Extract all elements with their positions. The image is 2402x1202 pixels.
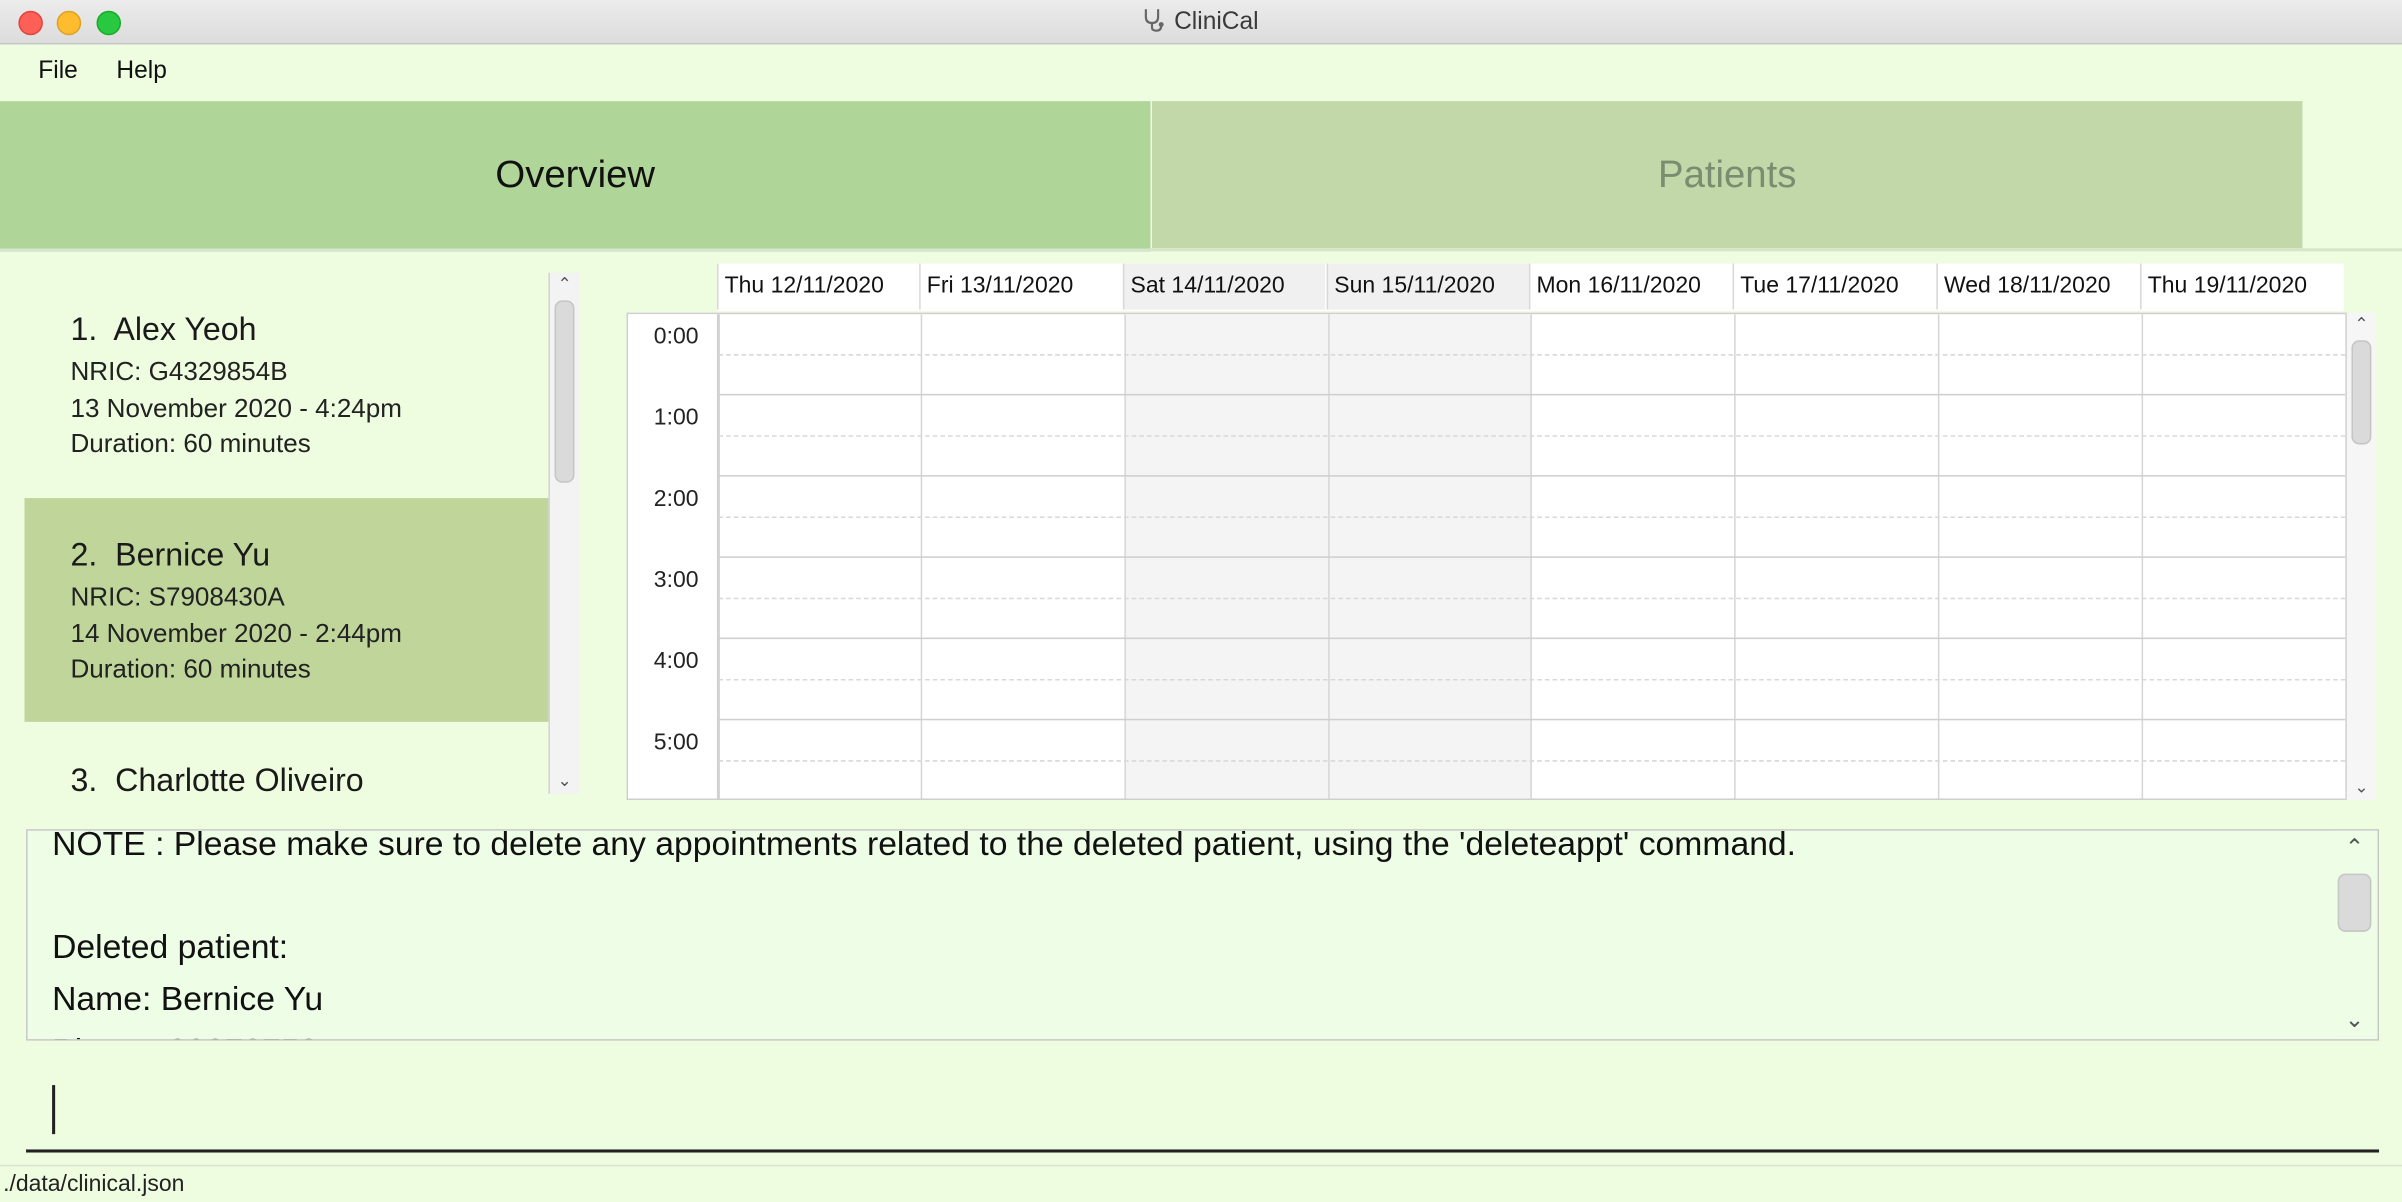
appointment-card[interactable]: 1. Alex Yeoh NRIC: G4329854B 13 November… — [25, 273, 549, 497]
result-line: Deleted patient: — [52, 927, 289, 966]
appointment-patient-name: Bernice Yu — [115, 537, 271, 574]
tab-patients[interactable]: Patients — [1151, 101, 2303, 249]
status-bar: ./data/clinical.json — [0, 1164, 2402, 1202]
menu-bar: File Help — [0, 44, 2402, 102]
calendar-grid[interactable]: 0:00 1:00 2:00 3:00 4:00 5:00 — [626, 312, 2349, 801]
scroll-up-icon[interactable]: ⌃ — [2333, 834, 2376, 861]
command-input[interactable] — [26, 1057, 2380, 1153]
result-display[interactable]: NOTE : Please make sure to delete any ap… — [26, 829, 2380, 1041]
menu-help[interactable]: Help — [116, 58, 166, 86]
appointment-index: 3. — [70, 763, 98, 794]
tab-overview[interactable]: Overview — [0, 101, 1151, 252]
hour-line — [718, 393, 2346, 396]
appointment-index: 1. — [70, 312, 98, 348]
hour-label: 2:00 — [653, 485, 699, 512]
appointment-duration: Duration: 60 minutes — [70, 654, 311, 684]
half-hour-line — [718, 516, 2346, 519]
hour-label: 5:00 — [653, 729, 699, 756]
appointment-list-scrollbar[interactable]: ⌃ ⌄ — [548, 272, 580, 794]
result-line: NOTE : Please make sure to delete any ap… — [52, 829, 1797, 863]
appointment-title: 1. Alex Yeoh — [70, 313, 256, 350]
scrollbar-thumb[interactable] — [2337, 873, 2372, 932]
scroll-down-icon[interactable]: ⌄ — [550, 771, 579, 790]
hour-label: 1:00 — [653, 404, 699, 431]
day-header: Thu 12/11/2020 — [716, 263, 919, 310]
window-title: CliniCal — [0, 8, 2402, 37]
day-header-weekend: Sat 14/11/2020 — [1122, 263, 1326, 310]
status-file-path: ./data/clinical.json — [3, 1170, 185, 1197]
scroll-down-icon[interactable]: ⌄ — [2333, 1005, 2376, 1033]
appointment-title: 2. Bernice Yu — [70, 538, 270, 575]
day-header: Tue 17/11/2020 — [1732, 263, 1935, 310]
scroll-up-icon[interactable]: ⌃ — [2347, 314, 2376, 334]
day-header: Wed 18/11/2020 — [1936, 263, 2138, 310]
menu-file[interactable]: File — [38, 58, 77, 86]
day-header: Mon 16/11/2020 — [1528, 263, 1731, 310]
scrollbar-thumb[interactable] — [554, 300, 575, 483]
tab-bar: Overview Patients — [0, 101, 2402, 252]
half-hour-line — [718, 760, 2346, 762]
app-window: CliniCal File Help Overview Patients 1. … — [0, 0, 2402, 1202]
day-header: Fri 13/11/2020 — [919, 263, 1121, 310]
stethoscope-icon — [1143, 8, 1165, 36]
scrollbar-thumb[interactable] — [2351, 340, 2372, 445]
appointment-card-selected[interactable]: 2. Bernice Yu NRIC: S7908430A 14 Novembe… — [24, 498, 549, 722]
half-hour-line — [718, 435, 2346, 437]
appointment-patient-name: Alex Yeoh — [113, 312, 257, 348]
scroll-up-icon[interactable]: ⌃ — [550, 274, 579, 294]
calendar-view: Thu 12/11/2020 Fri 13/11/2020 Sat 14/11/… — [626, 263, 2378, 801]
half-hour-line — [718, 597, 2346, 600]
window-title-text: CliniCal — [1174, 9, 1259, 36]
appointment-card[interactable]: 3. Charlotte Oliveiro — [25, 723, 549, 794]
hour-label: 4:00 — [653, 648, 699, 675]
calendar-scrollbar[interactable]: ⌃ ⌄ — [2345, 312, 2376, 801]
appointment-nric: NRIC: S7908430A — [70, 582, 285, 612]
hour-line — [718, 556, 2346, 558]
day-header-weekend: Sun 15/11/2020 — [1326, 263, 1529, 310]
result-scrollbar[interactable]: ⌃ ⌄ — [2333, 830, 2376, 1040]
title-bar: CliniCal — [0, 0, 2402, 45]
appointment-patient-name: Charlotte Oliveiro — [115, 763, 364, 794]
result-line: Name: Bernice Yu — [52, 979, 324, 1018]
appointment-duration: Duration: 60 minutes — [70, 429, 311, 459]
day-header: Thu 19/11/2020 — [2140, 263, 2342, 310]
scroll-down-icon[interactable]: ⌄ — [2347, 777, 2376, 797]
appointment-index: 2. — [70, 537, 98, 574]
result-line: Phone: 99272758 — [52, 1031, 318, 1039]
hour-line — [718, 718, 2346, 721]
calendar-day-header: Thu 12/11/2020 Fri 13/11/2020 Sat 14/11/… — [716, 263, 2344, 312]
hour-line — [718, 637, 2346, 640]
appointment-datetime: 13 November 2020 - 4:24pm — [70, 393, 402, 423]
appointment-datetime: 14 November 2020 - 2:44pm — [70, 619, 402, 649]
appointment-nric: NRIC: G4329854B — [70, 357, 288, 387]
appointment-list[interactable]: 1. Alex Yeoh NRIC: G4329854B 13 November… — [24, 272, 580, 794]
hour-axis: 0:00 1:00 2:00 3:00 4:00 5:00 — [628, 314, 719, 799]
hour-line — [718, 475, 2346, 477]
hour-label: 0:00 — [653, 323, 699, 350]
hour-label: 3:00 — [653, 567, 699, 594]
tab-divider — [0, 248, 2402, 252]
half-hour-line — [718, 678, 2346, 681]
half-hour-line — [718, 354, 2346, 356]
appointment-title: 3. Charlotte Oliveiro — [70, 763, 363, 794]
